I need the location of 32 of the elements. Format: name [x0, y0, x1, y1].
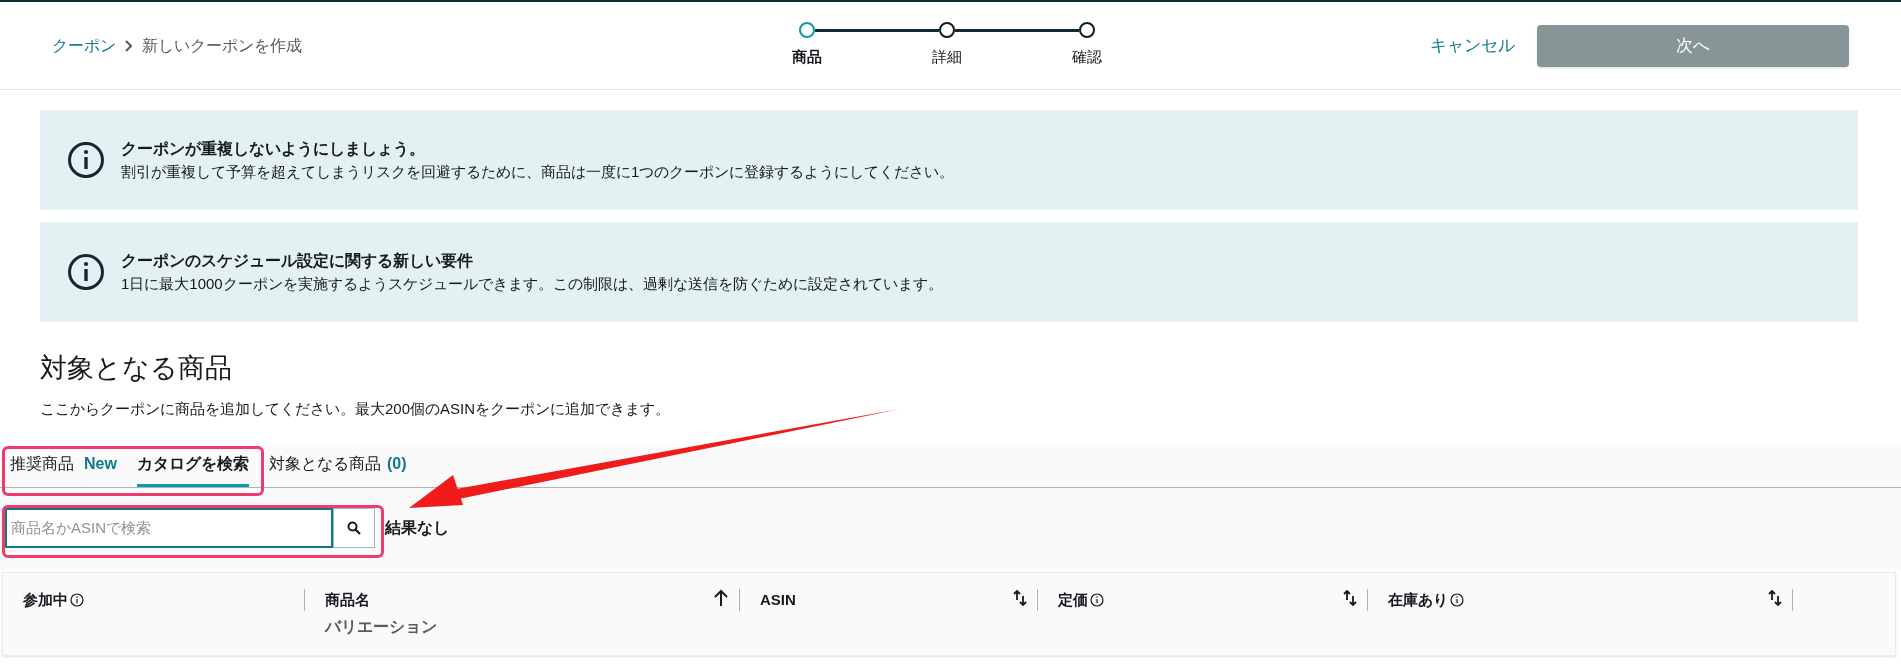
column-subheader: バリエーション: [325, 617, 438, 637]
search-field[interactable]: 商品名かASINで検索: [5, 507, 333, 548]
tab[interactable]: 対象となる商品 (0): [268, 451, 407, 487]
column-header: 在庫あり: [1388, 589, 1448, 610]
chevron-right-icon: [124, 39, 134, 52]
step-label: 商品: [792, 47, 822, 68]
column-header: ASIN: [760, 589, 796, 610]
alert-text: 割引が重複して予算を超えてしまうリスクを回避するために、商品は一度に1つのクーポンに登録するようにしてください。: [121, 161, 955, 182]
column-header: 定価: [1058, 589, 1088, 610]
breadcrumb-link[interactable]: クーポン: [52, 33, 116, 58]
info-icon: [67, 141, 105, 179]
sort-icon[interactable]: [1768, 588, 1782, 607]
breadcrumb-current: 新しいクーポンを作成: [142, 35, 302, 56]
section-description: ここからクーポンに商品を追加してください。最大200個のASINをクーポンに追加できます。: [40, 399, 672, 419]
sort-icon[interactable]: [1013, 588, 1027, 607]
alert-title: クーポンが重複しないようにしましょう。: [121, 138, 426, 160]
search-button[interactable]: [333, 507, 375, 548]
search-icon: [347, 520, 361, 535]
alert-text: 1日に最大1000クーポンを実施するようスケジュールできます。この制限は、過剰な送信を防ぐために設定されています。: [121, 273, 943, 294]
tab[interactable]: 推奨商品 New: [10, 451, 117, 487]
sort-icon[interactable]: [1343, 588, 1357, 607]
alert-title: クーポンのスケジュール設定に関する新しい要件: [121, 250, 474, 271]
section-title: 対象となる商品: [40, 352, 233, 385]
step-label: 詳細: [932, 47, 962, 68]
tab[interactable]: カタログを検索: [136, 451, 249, 487]
column-header: 参加中: [23, 589, 68, 610]
info-icon: [67, 253, 105, 291]
column-header: 商品名: [325, 589, 370, 610]
result-text: 結果なし: [385, 517, 449, 539]
step-label: 確認: [1072, 47, 1102, 68]
cancel-link[interactable]: キャンセル: [1430, 32, 1515, 59]
sort-up-icon[interactable]: [713, 588, 729, 607]
